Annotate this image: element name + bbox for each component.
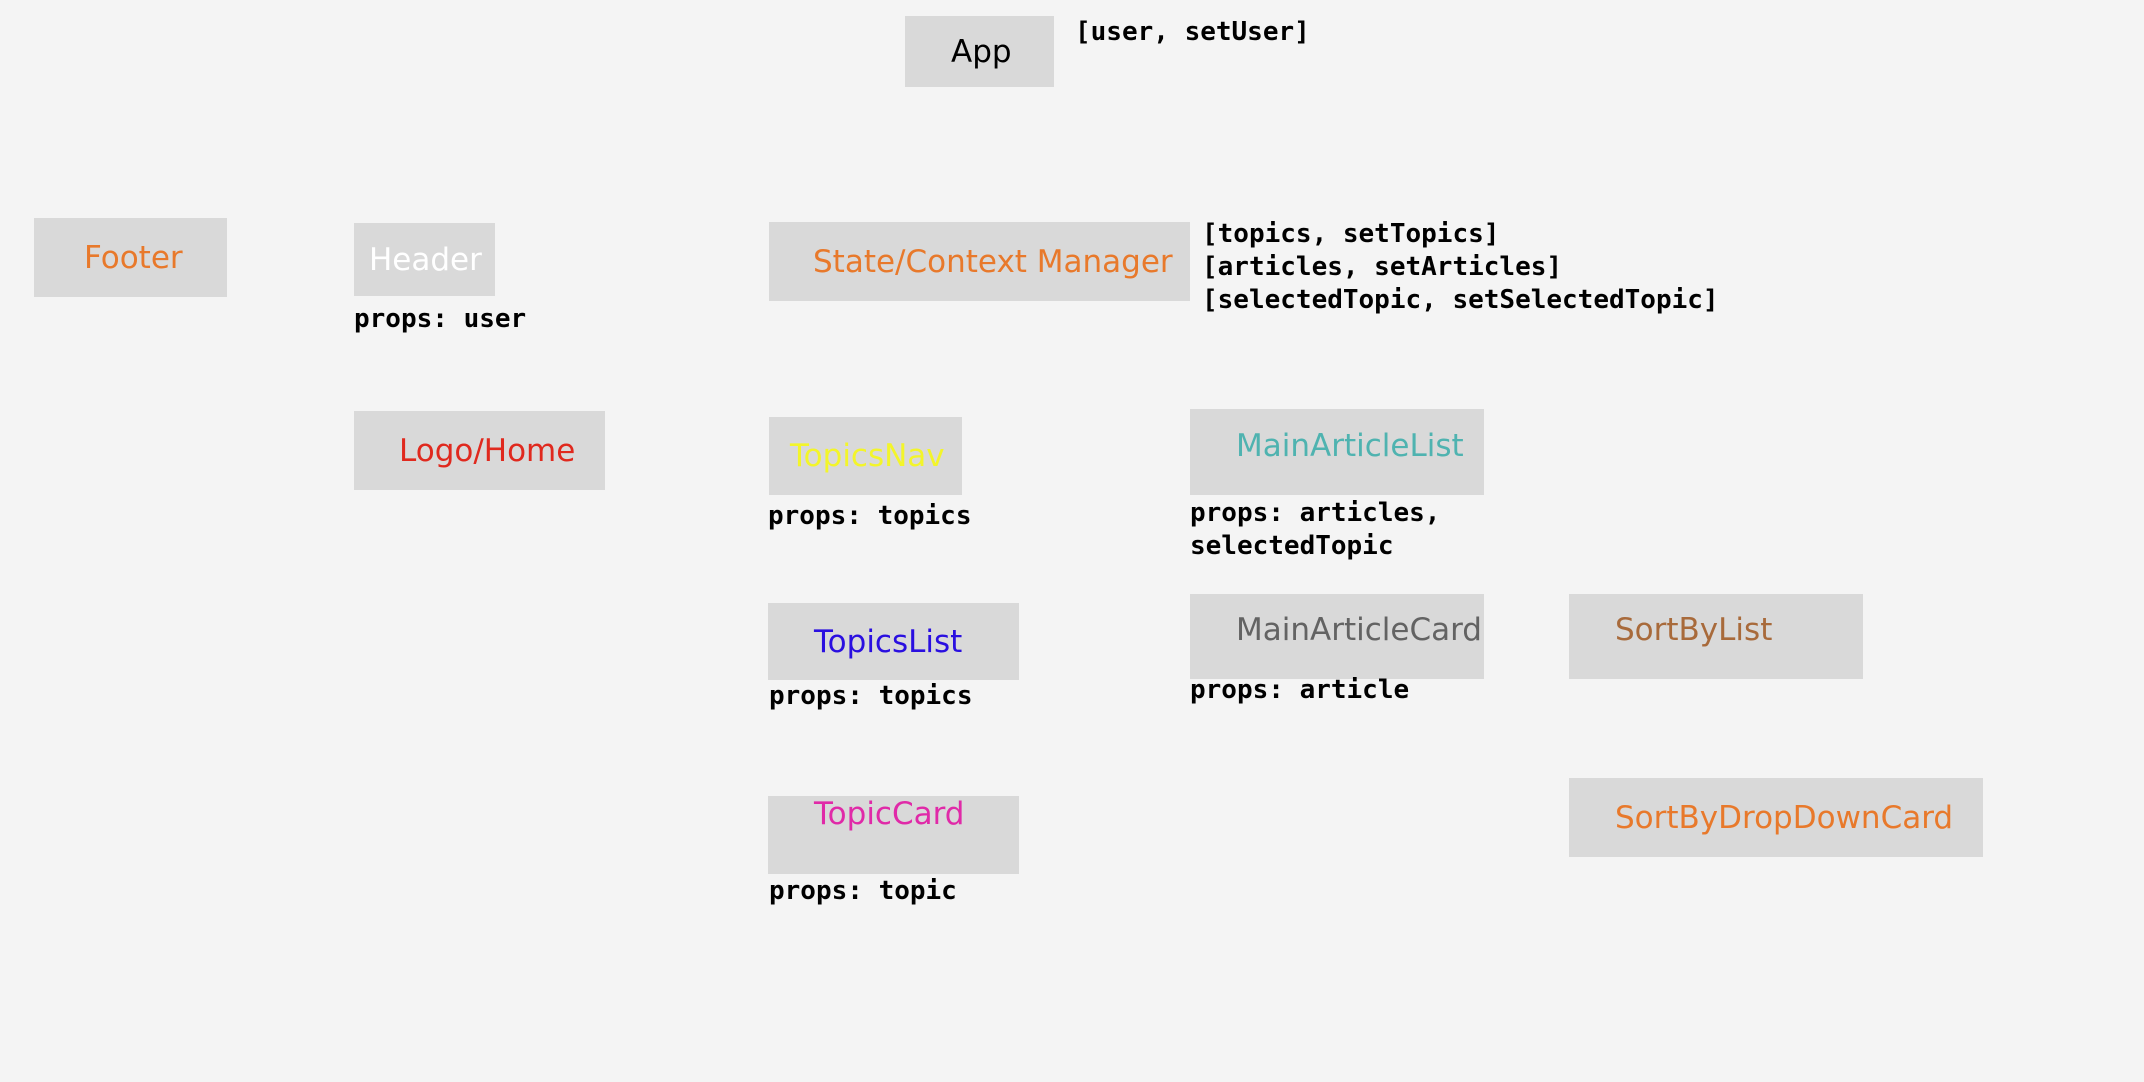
sort-by-drop-down-card-label: SortByDropDownCard [1615,799,1954,836]
footer-label: Footer [84,239,183,276]
header-box: Header [354,223,495,296]
manager-state-line: [articles, setArticles] [1202,252,1563,282]
topic-card-label: TopicCard [814,796,965,832]
header-label: Header [369,241,482,278]
header-props-note: props: user [354,304,527,334]
props-line: props: articles, [1190,498,1441,528]
component-diagram: App [user, setUser] Footer Header props:… [0,0,2144,1082]
logo-home-label: Logo/Home [399,432,576,469]
topics-nav-box: TopicsNav [769,417,962,495]
topics-nav-label: TopicsNav [790,438,945,474]
topics-list-label: TopicsList [814,623,963,660]
topic-card-props-note: props: topic [769,876,957,906]
props-line: selectedTopic [1190,531,1394,561]
footer-box: Footer [34,218,227,297]
main-article-card-label: MainArticleCard [1236,612,1482,648]
app-label: App [951,33,1012,70]
sort-by-list-box: SortByList [1569,594,1863,679]
main-article-card-props-note: props: article [1190,675,1410,705]
main-article-list-label: MainArticleList [1236,428,1464,464]
app-state-note: [user, setUser] [1075,17,1310,47]
app-box: App [905,16,1054,87]
manager-state-line: [topics, setTopics] [1202,219,1500,249]
manager-state-note: [topics, setTopics] [articles, setArticl… [1202,218,1719,317]
main-article-card-box: MainArticleCard [1190,594,1484,679]
manager-state-line: [selectedTopic, setSelectedTopic] [1202,285,1719,315]
logo-home-box: Logo/Home [354,411,605,490]
topic-card-box: TopicCard [768,796,1019,874]
sort-by-drop-down-card-box: SortByDropDownCard [1569,778,1983,857]
topics-nav-props-note: props: topics [768,501,972,531]
topics-list-props-note: props: topics [769,681,973,711]
main-article-list-props-note: props: articles, selectedTopic [1190,497,1440,563]
main-article-list-box: MainArticleList [1190,409,1484,495]
state-context-manager-label: State/Context Manager [813,243,1173,280]
state-context-manager-box: State/Context Manager [769,222,1190,301]
topics-list-box: TopicsList [768,603,1019,680]
sort-by-list-label: SortByList [1615,612,1773,648]
